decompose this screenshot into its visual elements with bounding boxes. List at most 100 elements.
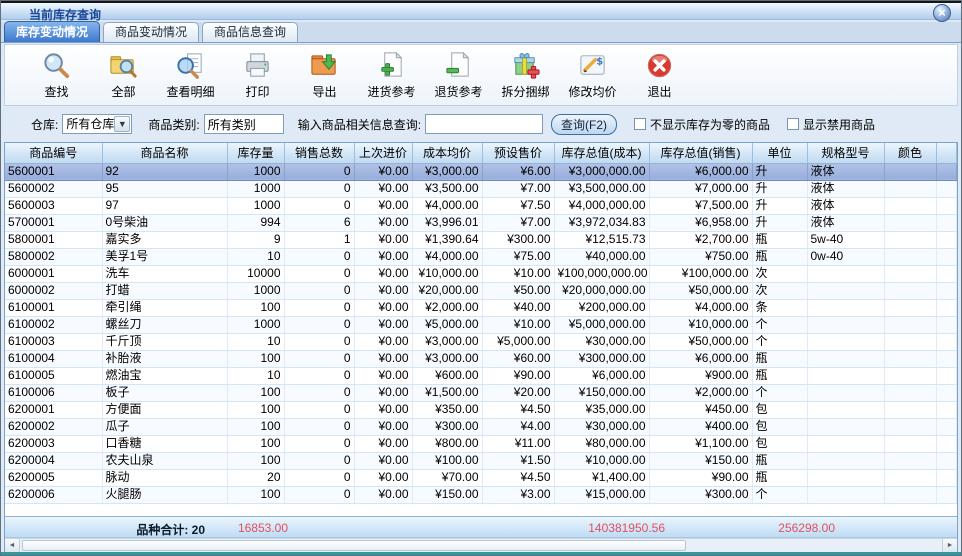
scroll-left-icon[interactable]: ◄ [5,539,20,553]
cell: 6100004 [5,350,103,368]
column-header[interactable]: 库存量 [227,143,285,164]
table-row[interactable]: 6100004 补胎液 100 0 ¥0.00 ¥3,000.00 ¥60.00 ¥300,0… [5,350,957,368]
column-header[interactable]: 库存总值(成本) [554,143,650,164]
cell: ¥1,400.00 [554,469,650,487]
cell: 994 [227,214,285,232]
close-icon[interactable]: × [933,4,951,22]
cell: ¥40,000.00 [554,248,650,266]
cell-spacer [936,163,957,181]
cell: ¥4,000.00 [412,197,483,215]
column-header[interactable]: 商品编号 [5,143,103,164]
checkbox-icon[interactable] [787,118,800,130]
table-row[interactable]: 6100005 燃油宝 10 0 ¥0.00 ¥600.00 ¥90.00 ¥6,000.00… [5,367,957,385]
search-icon [44,53,70,79]
column-header[interactable]: 销售总数 [284,143,355,164]
cell: ¥300.00 [649,486,753,504]
table-row[interactable]: 5700001 0号柴油 994 6 ¥0.00 ¥3,996.01 ¥7.00 ¥3,972… [5,214,957,232]
view-detail-button[interactable]: 查看明细 [157,49,224,101]
cell: ¥6,000.00 [649,350,753,368]
cell: ¥3,500.00 [412,180,483,198]
cell: 0 [284,197,355,215]
cell: ¥60.00 [482,350,555,368]
exit-button[interactable]: 退出 [626,49,693,101]
cell [884,469,937,487]
modify-price-button[interactable]: $ 修改均价 [559,49,626,101]
cell: 9 [227,231,285,249]
table-row[interactable]: 5600001 92 1000 0 ¥0.00 ¥3,000.00 ¥6.00 ¥3,000,… [5,163,957,181]
cell: ¥30,000.00 [554,333,650,351]
cell: ¥100,000,000.00 [554,265,650,283]
table-row[interactable]: 5800001 嘉实多 9 1 ¥0.00 ¥1,390.64 ¥300.00 ¥12,515… [5,231,957,249]
table-row[interactable]: 6200001 方便面 100 0 ¥0.00 ¥350.00 ¥4.50 ¥35,000.0… [5,401,957,419]
cell [807,435,885,453]
column-header[interactable]: 规格型号 [807,143,885,164]
cell [884,384,937,402]
export-button[interactable]: 导出 [291,49,358,101]
scrollbar-thumb[interactable] [22,540,686,551]
table-row[interactable]: 6100003 千斤顶 10 0 ¥0.00 ¥3,000.00 ¥5,000.00 ¥30,… [5,333,957,351]
split-bundle-button[interactable]: 拆分捆绑 [492,49,559,101]
cell: 0 [284,180,355,198]
tab-product-change[interactable]: 商品变动情况 [103,22,200,42]
cell: 6100001 [5,299,103,317]
all-button[interactable]: 全部 [90,49,157,101]
column-header[interactable]: 预设售价 [482,143,555,164]
table-row[interactable]: 6200003 口香糖 100 0 ¥0.00 ¥800.00 ¥11.00 ¥80,000.… [5,435,957,453]
scroll-right-icon[interactable]: ► [942,539,957,553]
search-input[interactable] [425,114,544,134]
table-row[interactable]: 6200004 农夫山泉 100 0 ¥0.00 ¥100.00 ¥1.50 ¥10,000.… [5,452,957,470]
cell: 0 [284,333,355,351]
column-header[interactable]: 库存总值(销售) [649,143,753,164]
table-row[interactable]: 6200002 瓜子 100 0 ¥0.00 ¥300.00 ¥4.00 ¥30,000.00… [5,418,957,436]
table-row[interactable]: 6100001 牵引绳 100 0 ¥0.00 ¥2,000.00 ¥40.00 ¥200,0… [5,299,957,317]
table-row[interactable]: 5600002 95 1000 0 ¥0.00 ¥3,500.00 ¥7.00 ¥3,500,… [5,180,957,198]
table-row[interactable]: 6000001 洗车 10000 0 ¥0.00 ¥10,000.00 ¥10.00 ¥100… [5,265,957,283]
column-header[interactable]: 商品名称 [102,143,228,164]
print-button[interactable]: 打印 [224,49,291,101]
cell: 10 [227,248,285,266]
cell: 100 [227,486,285,504]
cell: 瓶 [752,367,808,385]
table-row[interactable]: 5600003 97 1000 0 ¥0.00 ¥4,000.00 ¥7.50 ¥4,000,… [5,197,957,215]
cell: 100 [227,401,285,419]
tab-product-info[interactable]: 商品信息查询 [202,22,299,42]
cell-spacer [936,435,957,453]
column-header[interactable]: 成本均价 [412,143,483,164]
table-row[interactable]: 6200005 脉动 20 0 ¥0.00 ¥70.00 ¥4.50 ¥1,400.00 ¥90… [5,469,957,487]
query-button[interactable]: 查询(F2) [551,113,618,135]
show-disabled-checkbox[interactable]: 显示禁用商品 [787,116,875,133]
hide-zero-stock-checkbox[interactable]: 不显示库存为零的商品 [634,116,770,133]
cell: ¥7.00 [482,214,555,232]
cell: 瓶 [752,350,808,368]
chevron-down-icon[interactable]: ▼ [114,116,131,132]
title-bar[interactable]: 当前库存查询 × [1,1,961,22]
table-row[interactable]: 6100006 板子 100 0 ¥0.00 ¥1,500.00 ¥20.00 ¥150,00… [5,384,957,402]
tab-inventory-change[interactable]: 库存变动情况 [4,21,101,42]
table-row[interactable]: 6200006 火腿肠 100 0 ¥0.00 ¥150.00 ¥3.00 ¥15,000.0… [5,486,957,504]
warehouse-select[interactable]: 所有仓库 ▼ [62,114,133,134]
cell [807,367,885,385]
cell: ¥3,000.00 [412,333,483,351]
cell: 0w-40 [807,248,885,266]
button-label: 退货参考 [434,85,483,99]
checkbox-icon[interactable] [634,118,647,130]
cell: ¥10,000.00 [649,316,753,334]
table-row[interactable]: 6100002 螺丝刀 1000 0 ¥0.00 ¥5,000.00 ¥10.00 ¥5,00… [5,316,957,334]
table-row[interactable]: 5800002 美孚1号 10 0 ¥0.00 ¥4,000.00 ¥75.00 ¥40,00… [5,248,957,266]
category-input[interactable] [203,114,284,134]
cell: ¥6,000.00 [649,163,753,181]
horizontal-scrollbar[interactable]: ◄ ► [5,538,957,553]
table-row[interactable]: 6000002 打蜡 1000 0 ¥0.00 ¥20,000.00 ¥50.00 ¥20,0… [5,282,957,300]
scrollbar-track[interactable] [20,539,942,553]
cell: 瓜子 [102,418,228,436]
column-header[interactable]: 上次进价 [354,143,413,164]
split-bundle-icon [514,53,540,79]
return-reference-button[interactable]: 退货参考 [425,49,492,101]
column-header[interactable]: 单位 [752,143,808,164]
category-label: 商品类别: [148,117,200,132]
find-button[interactable]: 查找 [23,49,90,101]
cell: ¥50.00 [482,282,555,300]
column-header[interactable]: 颜色 [884,143,937,164]
cell: ¥0.00 [354,367,413,385]
purchase-reference-button[interactable]: 进货参考 [358,49,425,101]
